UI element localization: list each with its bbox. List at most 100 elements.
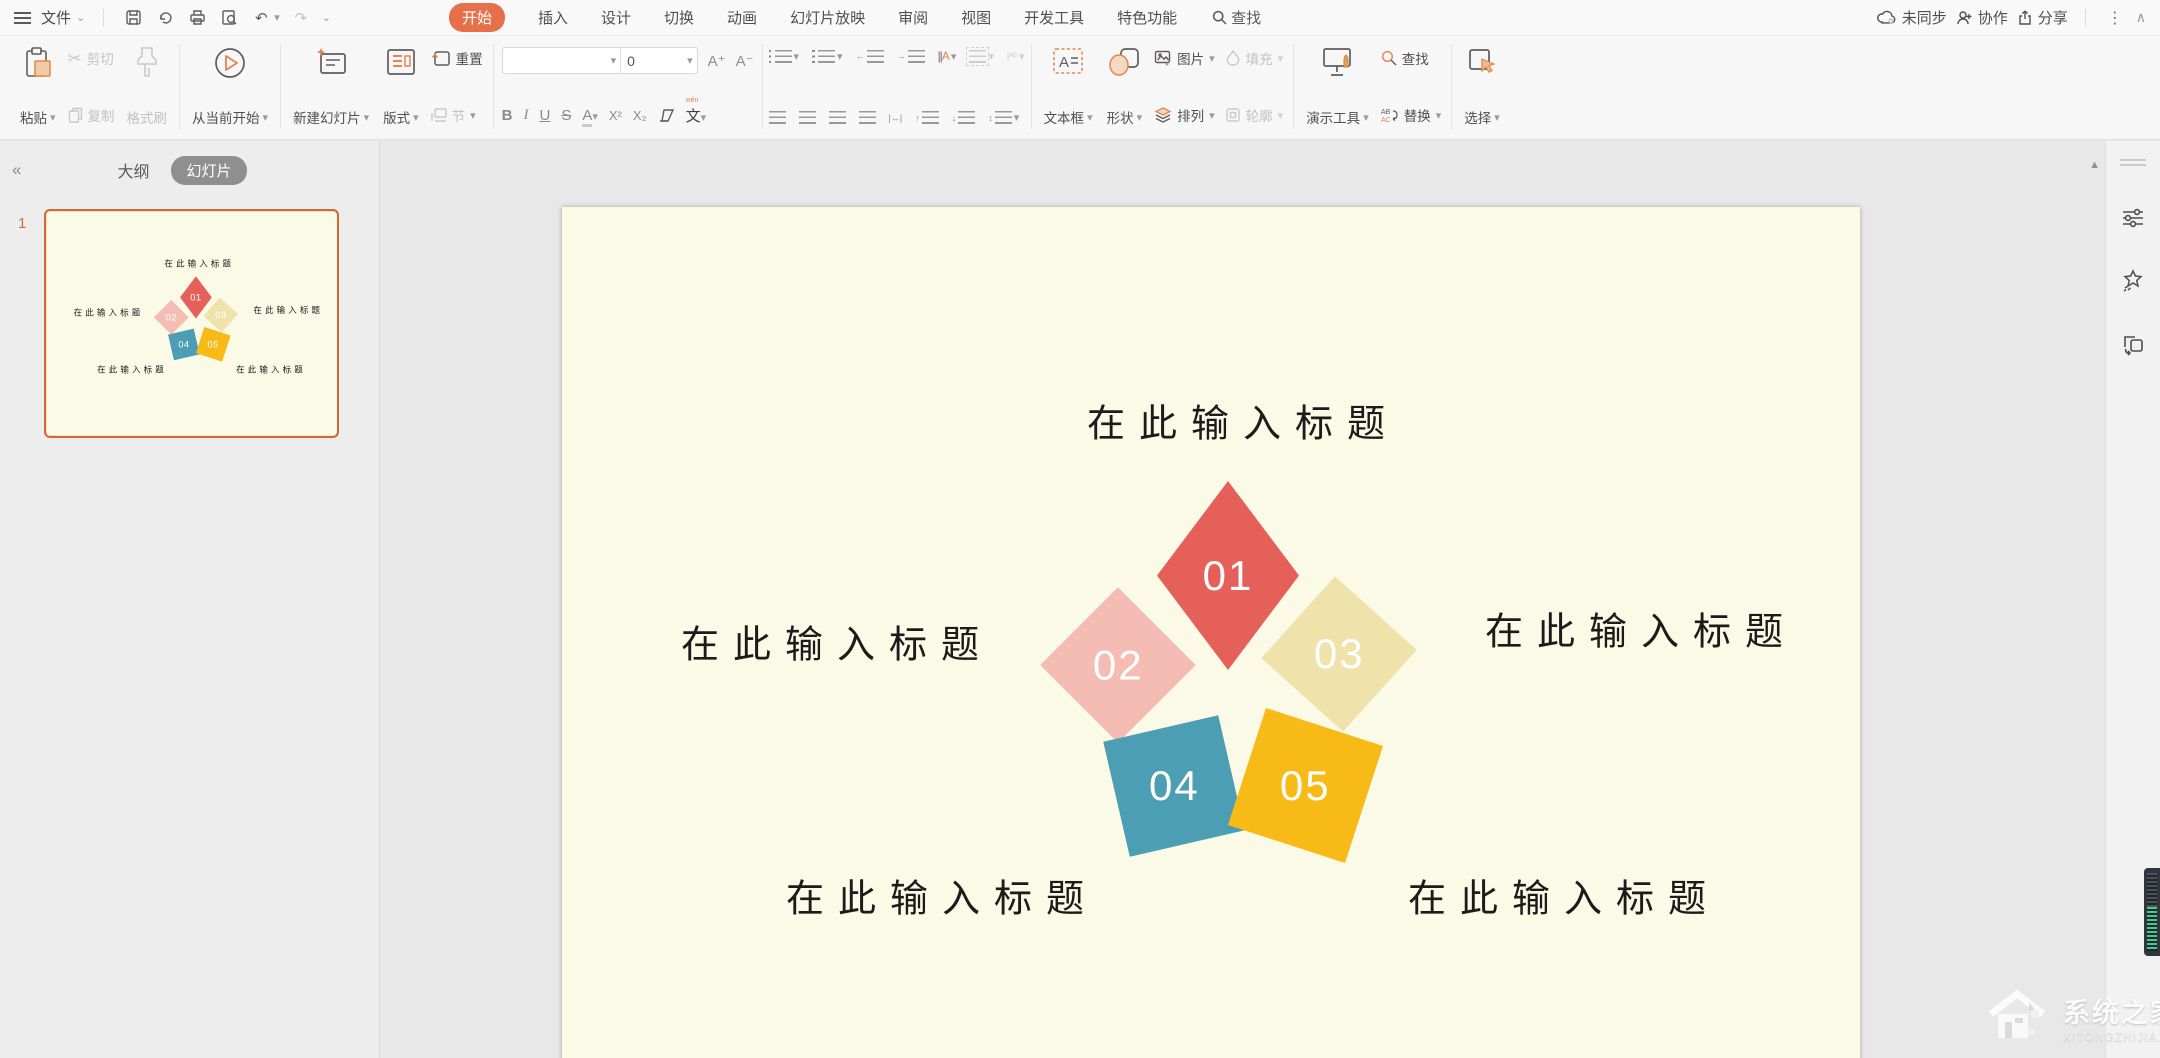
more-commands-icon[interactable]: ⌄ xyxy=(322,11,331,24)
tab-review[interactable]: 审阅 xyxy=(898,7,928,28)
vertical-text-button[interactable]: |ᴬᴮ▾ xyxy=(1007,50,1025,63)
copy-button[interactable]: 复制 xyxy=(68,105,115,125)
decrease-indent-button[interactable]: ← xyxy=(856,50,884,63)
divider xyxy=(103,9,104,27)
tab-outline[interactable]: 大纲 xyxy=(117,158,149,182)
font-name-input[interactable] xyxy=(503,48,607,73)
phonetic-guide-button[interactable]: 文▾ xyxy=(686,105,707,126)
save-button[interactable] xyxy=(122,7,144,29)
sync-status[interactable]: 未同步 xyxy=(1877,7,1947,28)
more-options-button[interactable]: ⋮ xyxy=(2107,8,2123,28)
italic-button[interactable]: I xyxy=(523,107,528,124)
tab-insert[interactable]: 插入 xyxy=(538,7,568,28)
tab-view[interactable]: 视图 xyxy=(961,7,991,28)
collaborate-button[interactable]: 协作 xyxy=(1956,7,2008,28)
slide-thumbnail[interactable]: 在此输入标题 在此输入标题 在此输入标题 在此输入标题 在此输入标题 01 02… xyxy=(44,209,339,438)
title-bottom-left[interactable]: 在此输入标题 xyxy=(786,868,1098,923)
duplicate-shapes-icon[interactable] xyxy=(2121,332,2145,361)
print-button[interactable] xyxy=(186,7,208,29)
numbered-list-button[interactable]: ▾ xyxy=(812,50,843,63)
superscript-button[interactable]: X² xyxy=(609,108,622,123)
collapse-ribbon-button[interactable]: ∧ xyxy=(2136,9,2146,26)
decrease-font-button[interactable]: A⁻ xyxy=(736,52,754,70)
export-pdf-button[interactable] xyxy=(154,7,176,29)
insert-group: A 文本框▾ 形状▾ 图片 ▾ 排列 ▾ 填充 ▾ xyxy=(1034,42,1292,131)
title-left[interactable]: 在此输入标题 xyxy=(681,614,993,669)
find-button[interactable]: 查找 xyxy=(1381,48,1442,68)
subscript-button[interactable]: X₂ xyxy=(633,108,647,123)
print-preview-button[interactable] xyxy=(218,7,240,29)
clear-format-button[interactable] xyxy=(658,108,675,123)
collapse-panel-button[interactable]: « xyxy=(12,160,21,180)
fill-button[interactable]: 填充 ▾ xyxy=(1225,48,1284,68)
font-size-input[interactable]: 0 xyxy=(621,53,683,69)
picture-button[interactable]: 图片 ▾ xyxy=(1154,48,1215,68)
find-menu-button[interactable]: 查找 xyxy=(1212,7,1261,28)
align-center-button[interactable] xyxy=(799,111,816,124)
diagram-item-05[interactable]: 05 xyxy=(1228,708,1383,863)
bold-button[interactable]: B xyxy=(502,107,513,124)
distribute-button[interactable]: |↔| xyxy=(889,113,903,123)
tab-slideshow[interactable]: 幻灯片放映 xyxy=(790,7,865,28)
spacing-decrease-button[interactable]: ↓ xyxy=(952,111,976,124)
panel-drag-handle[interactable] xyxy=(2120,159,2146,166)
tab-transitions[interactable]: 切换 xyxy=(664,7,694,28)
replace-button[interactable]: ABAC 替换 ▾ xyxy=(1381,105,1442,125)
select-button[interactable]: 选择▾ xyxy=(1462,42,1502,131)
main-menu-icon[interactable] xyxy=(14,12,31,24)
share-button[interactable]: 分享 xyxy=(2017,7,2068,28)
tab-design[interactable]: 设计 xyxy=(601,7,631,28)
strikethrough-button[interactable]: S xyxy=(561,107,571,124)
text-box-button[interactable]: A 文本框▾ xyxy=(1042,42,1095,131)
bullet-list-button[interactable]: ▾ xyxy=(769,50,800,63)
font-name-caret[interactable]: ▾ xyxy=(607,54,621,67)
tab-developer[interactable]: 开发工具 xyxy=(1024,7,1084,28)
line-spacing-button[interactable]: ↕▾ xyxy=(988,111,1019,124)
scrollbar-up-button[interactable]: ▲ xyxy=(2089,159,2100,171)
tab-home[interactable]: 开始 xyxy=(449,3,505,32)
new-slide-button[interactable]: 新建幻灯片▾ xyxy=(291,42,371,131)
slide-editor[interactable]: 在此输入标题 在此输入标题 在此输入标题 在此输入标题 在此输入标题 01 02… xyxy=(562,207,1860,1058)
diagram-item-02[interactable]: 02 xyxy=(1040,587,1196,743)
align-right-button[interactable] xyxy=(829,111,846,124)
align-left-button[interactable] xyxy=(769,111,786,124)
new-slide-caret: ▾ xyxy=(364,111,370,124)
cut-button[interactable]: ✂ 剪切 xyxy=(68,48,115,68)
text-box-border-button[interactable]: ▾ xyxy=(969,50,994,63)
font-size-caret[interactable]: ▾ xyxy=(683,54,697,67)
format-painter-button[interactable]: 格式刷 xyxy=(125,42,170,131)
increase-indent-button[interactable]: → xyxy=(897,50,925,63)
reset-button[interactable]: 重置 xyxy=(431,48,483,68)
share-label: 分享 xyxy=(2038,7,2068,28)
tab-animation[interactable]: 动画 xyxy=(727,7,757,28)
editing-canvas[interactable]: 在此输入标题 在此输入标题 在此输入标题 在此输入标题 在此输入标题 01 02… xyxy=(380,141,2105,1058)
font-color-button[interactable]: A▾ xyxy=(582,107,598,124)
justify-button[interactable] xyxy=(859,111,876,124)
find-label: 查找 xyxy=(1402,48,1429,68)
title-bottom-right[interactable]: 在此输入标题 xyxy=(1408,868,1720,923)
section-button[interactable]: 节 ▾ xyxy=(431,105,483,125)
slide-layout-button[interactable]: 版式▾ xyxy=(381,42,421,131)
paste-button[interactable]: 粘贴▾ xyxy=(18,42,58,131)
title-right[interactable]: 在此输入标题 xyxy=(1485,601,1797,656)
diagram-item-03[interactable]: 03 xyxy=(1261,576,1416,731)
tab-special-features[interactable]: 特色功能 xyxy=(1117,7,1177,28)
title-top[interactable]: 在此输入标题 xyxy=(1087,393,1399,448)
from-current-slide-button[interactable]: 从当前开始▾ xyxy=(190,42,270,131)
shapes-button[interactable]: 形状▾ xyxy=(1105,42,1145,131)
undo-button[interactable]: ↶▾ xyxy=(250,7,280,29)
object-properties-icon[interactable] xyxy=(2121,206,2145,235)
effects-star-icon[interactable] xyxy=(2121,269,2145,298)
outline-button[interactable]: 轮廓 ▾ xyxy=(1225,105,1284,125)
underline-button[interactable]: U xyxy=(539,107,550,124)
file-menu-button[interactable]: 文件 ⌄ xyxy=(41,7,85,28)
arrange-button[interactable]: 排列 ▾ xyxy=(1154,105,1215,125)
slide-thumbnail-item[interactable]: 1 在此输入标题 在此输入标题 在此输入标题 在此输入标题 在此输入标题 01 … xyxy=(0,199,379,438)
redo-button[interactable]: ↷ xyxy=(290,7,312,29)
spacing-increase-button[interactable]: ↑ xyxy=(915,111,939,124)
text-direction-button[interactable]: ||A▾ xyxy=(938,49,957,63)
tab-slides[interactable]: 幻灯片 xyxy=(171,156,246,185)
increase-font-button[interactable]: A⁺ xyxy=(708,52,726,70)
diagram-item-04[interactable]: 04 xyxy=(1103,715,1245,857)
presentation-tools-button[interactable]: 演示工具▾ xyxy=(1304,42,1371,131)
